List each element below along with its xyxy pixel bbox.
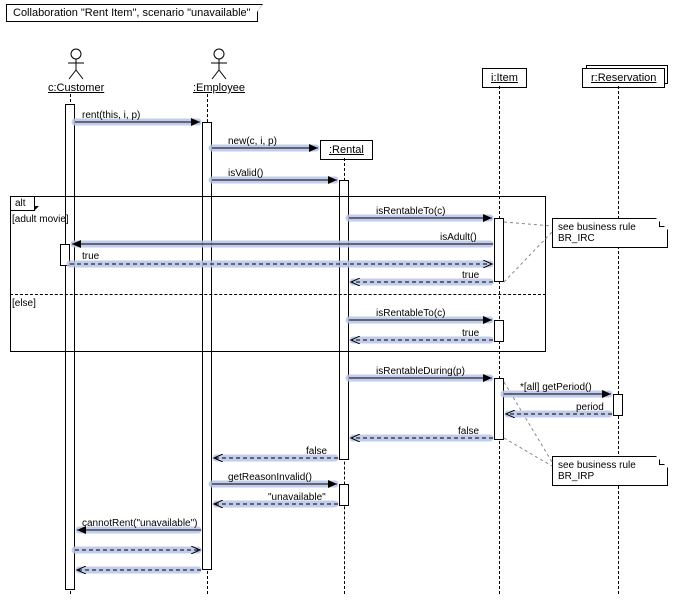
object-reservation-label: r:Reservation	[591, 72, 656, 84]
msg-isrentableduring: isRentableDuring(p)	[376, 366, 465, 377]
note-br-irc-text: see business rule BR_IRC	[558, 222, 636, 244]
msg-isvalid: isValid()	[228, 168, 263, 179]
object-rental: :Rental	[320, 140, 373, 160]
diagram-title-tab: Collaboration "Rent Item", scenario "una…	[6, 4, 258, 22]
msg-isrentableto-1: isRentableTo(c)	[376, 206, 445, 217]
msg-true-1: true	[82, 251, 99, 262]
alt-operator-label: alt	[11, 197, 35, 211]
note-br-irc: see business rule BR_IRC	[552, 218, 668, 248]
diagram-title: Collaboration "Rent Item", scenario "una…	[13, 7, 251, 19]
msg-false-1: false	[458, 426, 479, 437]
actor-employee-label: :Employee	[193, 82, 245, 94]
note-br-irp: see business rule BR_IRP	[552, 456, 668, 486]
lifeline-reservation	[618, 86, 619, 594]
guard-adult-movie: [adult movie]	[12, 214, 69, 225]
msg-true-3: true	[462, 328, 479, 339]
actor-customer: c:Customer	[48, 48, 104, 94]
msg-isadult: isAdult()	[440, 232, 477, 243]
msg-cannotrent: cannotRent("unavailable")	[82, 518, 198, 529]
actor-employee: :Employee	[193, 48, 245, 94]
msg-unavailable: "unavailable"	[268, 492, 326, 503]
msg-new: new(c, i, p)	[228, 136, 277, 147]
guard-else: [else]	[12, 298, 36, 309]
msg-getreasoninvalid: getReasonInvalid()	[228, 472, 312, 483]
alt-divider	[10, 294, 546, 295]
msg-period: period	[576, 402, 604, 413]
note-br-irp-text: see business rule BR_IRP	[558, 460, 636, 482]
object-item: i:Item	[482, 68, 527, 88]
object-rental-label: :Rental	[329, 144, 364, 156]
msg-isrentableto-2: isRentableTo(c)	[376, 308, 445, 319]
activation-reservation	[613, 394, 623, 416]
activation-rental-2	[339, 484, 349, 506]
msg-rent: rent(this, i, p)	[82, 110, 140, 121]
activation-item-3	[494, 378, 504, 440]
object-reservation: r:Reservation	[582, 68, 665, 88]
msg-false-2: false	[306, 446, 327, 457]
person-icon	[207, 48, 231, 80]
msg-true-2: true	[462, 270, 479, 281]
object-item-label: i:Item	[491, 72, 518, 84]
msg-getperiod: *[all] getPeriod()	[520, 382, 592, 393]
actor-customer-label: c:Customer	[48, 82, 104, 94]
person-icon	[64, 48, 88, 80]
